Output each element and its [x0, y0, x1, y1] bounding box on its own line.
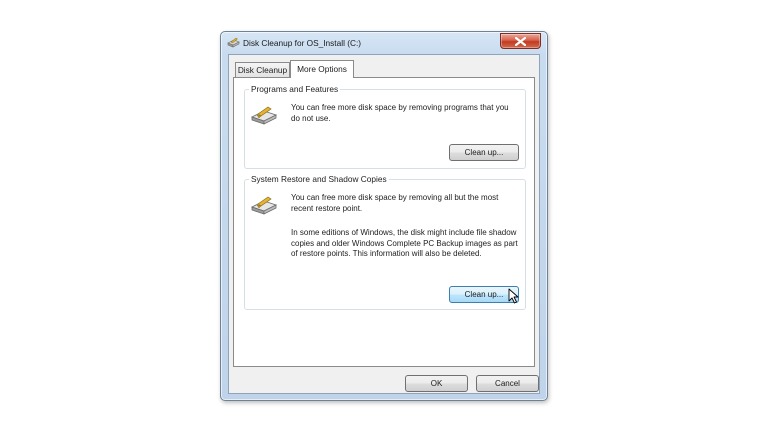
cancel-button[interactable]: Cancel: [476, 375, 539, 392]
system-restore-icon: [251, 196, 277, 215]
more-options-panel: Programs and Features You can free more …: [233, 77, 535, 367]
disk-cleanup-icon: [227, 37, 240, 48]
programs-features-description: You can free more disk space by removing…: [291, 103, 509, 123]
disk-cleanup-window: Disk Cleanup for OS_Install (C:) Disk Cl…: [220, 31, 548, 401]
window-title: Disk Cleanup for OS_Install (C:): [243, 38, 362, 48]
system-restore-title: System Restore and Shadow Copies: [249, 174, 389, 184]
system-restore-group: System Restore and Shadow Copies You can…: [244, 174, 526, 310]
programs-features-icon: [251, 106, 277, 125]
close-button[interactable]: [500, 33, 541, 49]
close-icon: [515, 37, 526, 46]
programs-clean-up-button[interactable]: Clean up...: [449, 144, 519, 161]
ok-button[interactable]: OK: [405, 375, 468, 392]
system-restore-description: You can free more disk space by removing…: [291, 193, 499, 213]
dialog-client-area: Disk Cleanup More Options Programs and F…: [228, 54, 540, 394]
title-bar[interactable]: Disk Cleanup for OS_Install (C:): [221, 32, 547, 54]
tab-disk-cleanup[interactable]: Disk Cleanup: [235, 62, 290, 77]
system-restore-details: In some editions of Windows, the disk mi…: [291, 228, 518, 258]
programs-features-group: Programs and Features You can free more …: [244, 84, 526, 169]
mouse-cursor-icon: [508, 288, 519, 304]
tab-more-options[interactable]: More Options: [290, 60, 354, 78]
programs-features-title: Programs and Features: [249, 84, 341, 94]
